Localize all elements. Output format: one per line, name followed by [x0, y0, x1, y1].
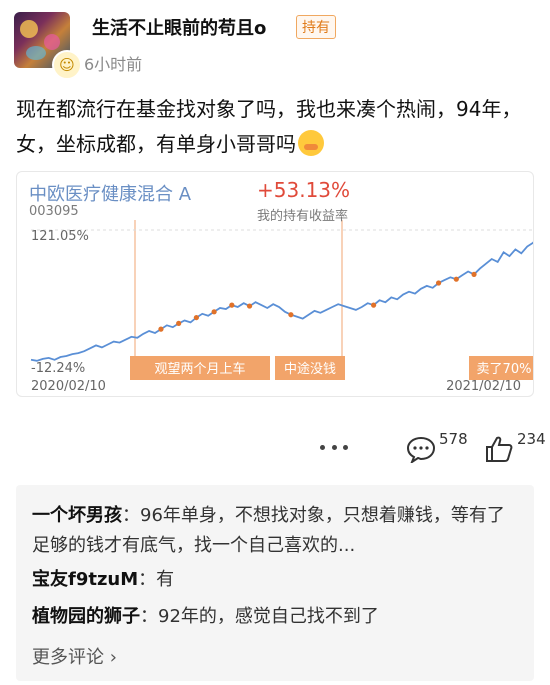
annotation-label-3: 卖了70% [477, 362, 532, 377]
y-bottom-label: -12.24% [31, 361, 85, 376]
fund-code: 003095 [29, 204, 79, 219]
comment-item[interactable]: 一个坏男孩：96年单身，不想找对象，只想着赚钱，等有了足够的钱才有底气，找一个自… [32, 501, 522, 561]
more-options-button[interactable] [320, 445, 348, 453]
x-end-label: 2021/02/10 [446, 379, 521, 394]
comment-separator: ： [122, 505, 140, 526]
shy-emoji-icon [298, 130, 324, 156]
comment-author[interactable]: 宝友f9tzuM [32, 569, 138, 590]
chart-trade-point [158, 326, 164, 332]
comment-text: 92年的，感觉自己找不到了 [158, 606, 379, 627]
chart-trade-point [435, 280, 442, 286]
chart-trade-point [371, 302, 377, 308]
fund-return: +53.13% [257, 178, 351, 202]
comment-author[interactable]: 一个坏男孩 [32, 505, 122, 526]
chart-trade-point [176, 320, 182, 326]
chart-trade-point [246, 303, 253, 309]
comment-author[interactable]: 植物园的狮子 [32, 606, 140, 627]
comment-icon[interactable] [406, 435, 436, 463]
like-count: 234 [517, 430, 546, 448]
post-time: 6小时前 [84, 55, 143, 74]
chart-trade-point [471, 271, 477, 277]
post-body: 现在都流行在基金找对象了吗，我也来凑个热闹，94年，女，坐标成都，有单身小哥哥吗 [16, 92, 536, 162]
post-text: 现在都流行在基金找对象了吗，我也来凑个热闹，94年，女，坐标成都，有单身小哥哥吗 [16, 97, 522, 156]
comment-item[interactable]: 植物园的狮子：92年的，感觉自己找不到了 [32, 602, 379, 632]
action-bar: 578 234 [0, 405, 550, 465]
annotation-label-1: 观望两个月上车 [154, 361, 245, 377]
holding-badge: 持有 [296, 15, 336, 39]
comment-item[interactable]: 宝友f9tzuM：有 [32, 565, 174, 595]
thumbs-up-icon[interactable] [484, 435, 514, 463]
chart-trade-point [288, 312, 294, 318]
comment-text: 有 [156, 569, 175, 590]
x-start-label: 2020/02/10 [31, 379, 106, 394]
chart-trade-point [453, 276, 459, 282]
fund-name: 中欧医疗健康混合 A [29, 184, 192, 205]
annotation-label-2: 中途没钱 [284, 361, 336, 377]
chart-line-layer [30, 229, 533, 362]
smile-emoji-icon: ☺ [52, 50, 82, 80]
comments-section: 一个坏男孩：96年单身，不想找对象，只想着赚钱，等有了足够的钱才有底气，找一个自… [16, 485, 534, 681]
y-top-label: 121.05% [31, 229, 89, 244]
comment-count: 578 [439, 430, 468, 448]
comment-separator: ： [138, 569, 157, 590]
chart-trade-point [193, 314, 199, 321]
chart-series-line [30, 241, 533, 362]
comment-separator: ： [140, 606, 158, 627]
chart-trade-point [229, 302, 235, 308]
chart-trade-point [211, 309, 217, 315]
username[interactable]: 生活不止眼前的苟且o [92, 14, 266, 40]
more-comments-link[interactable]: 更多评论 › [32, 643, 117, 669]
fund-card[interactable]: 观望两个月上车 中途没钱 卖了70% 121.05% -12.24% 2020/… [16, 171, 534, 397]
fund-return-label: 我的持有收益率 [257, 209, 349, 224]
